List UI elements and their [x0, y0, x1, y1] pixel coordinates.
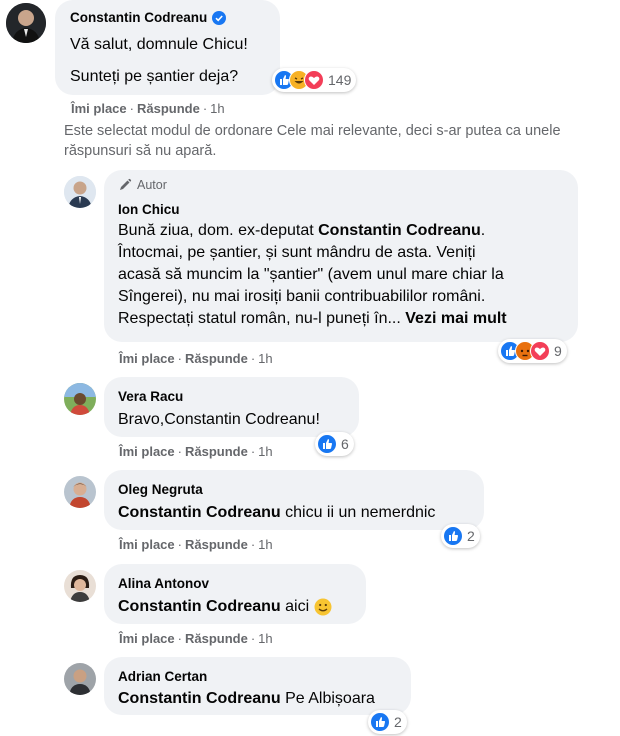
reaction-count: 9 — [554, 343, 562, 359]
reply-text-end: . — [480, 222, 486, 239]
avatar-oleg-negruta[interactable] — [64, 476, 96, 508]
reactions-summary[interactable]: 9 — [498, 339, 567, 363]
reply-author[interactable]: Alina Antonov — [118, 576, 209, 591]
reply-actions: Îmi place · Răspunde · 1h — [119, 351, 273, 366]
reply-bubble-vera-racu: Vera Racu Bravo,Constantin Codreanu! — [104, 377, 359, 437]
reply-bubble-adrian-certan: Adrian Certan Constantin Codreanu Pe Alb… — [104, 657, 411, 715]
reply-text: Constantin Codreanu aici — [118, 596, 332, 618]
sort-notice-line-2: răspunsuri să nu apară. — [64, 143, 217, 159]
reply-text: Constantin Codreanu Pe Albișoara — [118, 688, 375, 710]
like-button[interactable]: Îmi place — [119, 631, 175, 646]
avatar-ion-chicu[interactable] — [64, 176, 96, 208]
reply-text-line-5: Respectați statul român, nu-l puneți în.… — [118, 310, 401, 327]
love-reaction-icon — [304, 70, 324, 90]
reply-button[interactable]: Răspunde — [185, 537, 248, 552]
reply-text-content: chicu ii un nemerdnic — [280, 504, 436, 521]
avatar-constantin-codreanu[interactable] — [6, 3, 46, 43]
verified-badge-icon — [212, 10, 227, 25]
comment-author[interactable]: Constantin Codreanu — [70, 10, 207, 25]
comment-time[interactable]: 1h — [258, 631, 272, 646]
reply-button[interactable]: Răspunde — [185, 444, 248, 459]
reply-button[interactable]: Răspunde — [185, 351, 248, 366]
sort-notice: Este selectat modul de ordonare Cele mai… — [64, 121, 561, 161]
reactions-summary[interactable]: 2 — [368, 710, 407, 734]
reply-text: Constantin Codreanu chicu ii un nemerdni… — [118, 502, 435, 524]
reaction-count: 2 — [467, 528, 475, 544]
reply-actions: Îmi place · Răspunde · 1h — [119, 631, 273, 646]
reply-text-start: Bună ziua, dom. ex-deputat — [118, 222, 319, 239]
reactions-summary[interactable]: 149 — [272, 68, 357, 92]
like-button[interactable]: Îmi place — [119, 351, 175, 366]
like-button[interactable]: Îmi place — [71, 101, 127, 116]
comment-time[interactable]: 1h — [258, 351, 272, 366]
reply-text-content: aici — [280, 598, 310, 615]
sort-notice-line-1: Este selectat modul de ordonare Cele mai… — [64, 123, 561, 139]
avatar-adrian-certan[interactable] — [64, 663, 96, 695]
reply-bubble-ion-chicu: Autor Ion Chicu Bună ziua, dom. ex-deput… — [104, 170, 578, 342]
comment-time[interactable]: 1h — [258, 444, 272, 459]
reply-actions: Îmi place · Răspunde · 1h — [119, 444, 273, 459]
mention-link[interactable]: Constantin Codreanu — [318, 222, 481, 239]
comment-time[interactable]: 1h — [210, 101, 224, 116]
comment-text-line-2: Sunteți pe șantier deja? — [70, 68, 239, 85]
reaction-count: 149 — [328, 72, 352, 88]
reply-author[interactable]: Adrian Certan — [118, 669, 207, 684]
smile-emoji-icon — [314, 598, 332, 616]
like-reaction-icon — [443, 526, 463, 546]
love-reaction-icon — [530, 341, 550, 361]
reaction-count: 2 — [394, 714, 402, 730]
reply-bubble-oleg-negruta: Oleg Negruta Constantin Codreanu chicu i… — [104, 470, 484, 530]
like-button[interactable]: Îmi place — [119, 537, 175, 552]
like-reaction-icon — [317, 434, 337, 454]
author-badge: Autor — [118, 178, 167, 192]
reply-text-line-4: Sîngerei), nu mai irosiți banii contribu… — [118, 288, 486, 305]
reply-text-line-3: acasă să muncim la "șantier" (avem unul … — [118, 266, 504, 283]
like-reaction-icon — [370, 712, 390, 732]
reply-text-content: Pe Albișoara — [280, 690, 375, 707]
reply-author[interactable]: Vera Racu — [118, 389, 183, 404]
reply-button[interactable]: Răspunde — [185, 631, 248, 646]
reaction-count: 6 — [341, 436, 349, 452]
reply-button[interactable]: Răspunde — [137, 101, 200, 116]
see-more-link[interactable]: Vezi mai mult — [405, 310, 506, 327]
main-comment-actions: Îmi place · Răspunde · 1h — [71, 101, 225, 116]
reply-bubble-alina-antonov: Alina Antonov Constantin Codreanu aici — [104, 564, 366, 624]
comment-time[interactable]: 1h — [258, 537, 272, 552]
reply-actions: Îmi place · Răspunde · 1h — [119, 537, 273, 552]
pen-icon — [120, 178, 132, 190]
main-comment-bubble: Constantin Codreanu Vă salut, domnule Ch… — [55, 0, 280, 95]
like-button[interactable]: Îmi place — [119, 444, 175, 459]
author-badge-label: Autor — [137, 178, 167, 192]
mention-link[interactable]: Constantin Codreanu — [118, 596, 281, 618]
reactions-summary[interactable]: 6 — [315, 432, 354, 456]
mention-link[interactable]: Constantin Codreanu — [118, 690, 281, 707]
reply-text: Bună ziua, dom. ex-deputat Constantin Co… — [118, 220, 573, 330]
mention-link[interactable]: Constantin Codreanu — [118, 504, 281, 521]
reactions-summary[interactable]: 2 — [441, 524, 480, 548]
reply-author[interactable]: Ion Chicu — [118, 202, 180, 217]
reply-author[interactable]: Oleg Negruta — [118, 482, 203, 497]
comment-text-line-1: Vă salut, domnule Chicu! — [70, 36, 248, 53]
avatar-vera-racu[interactable] — [64, 383, 96, 415]
reply-text-line-2: Întocmai, pe șantier, și sunt mândru de … — [118, 244, 476, 261]
avatar-alina-antonov[interactable] — [64, 570, 96, 602]
reply-text: Bravo,Constantin Codreanu! — [118, 411, 320, 428]
